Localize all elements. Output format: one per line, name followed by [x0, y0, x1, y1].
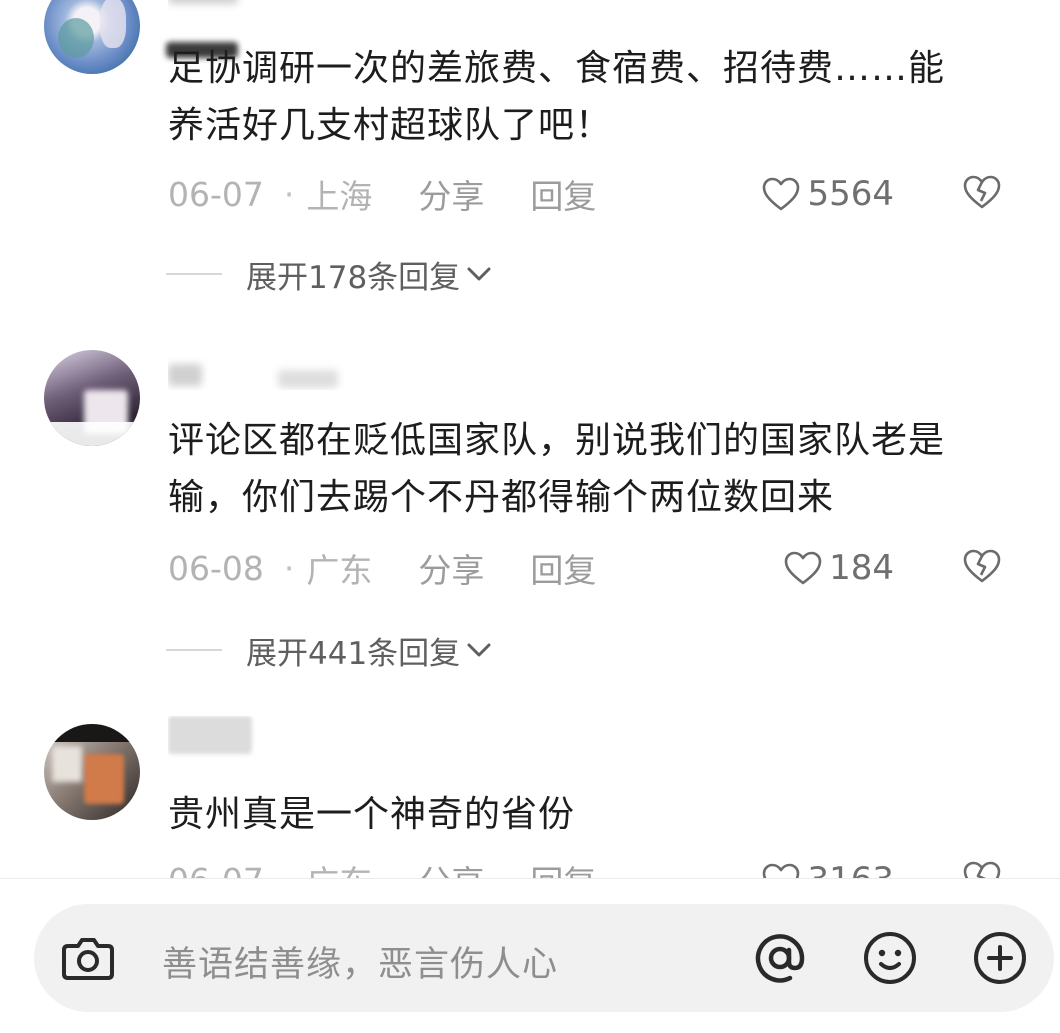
broken-heart-icon: [963, 861, 1001, 878]
expand-replies-label: 展开441条回复: [246, 635, 461, 672]
comment-location: 广东: [306, 551, 373, 590]
at-mention-icon: [755, 934, 805, 983]
emoji-icon: [864, 932, 916, 984]
emoji-button[interactable]: [860, 928, 920, 988]
reply-button[interactable]: 回复: [530, 856, 596, 878]
comment-meta: 06-08 · 广东 分享 回复 184: [168, 546, 1038, 590]
avatar[interactable]: [44, 0, 140, 74]
comment-text-line: 足协调研一次的差旅费、食宿费、招待费……能: [168, 48, 946, 89]
comment-text: 贵州真是一个神奇的省份: [168, 786, 1028, 843]
meta-separator: ·: [283, 174, 295, 214]
share-button[interactable]: 分享: [418, 544, 484, 592]
heart-outline-icon: [763, 863, 800, 878]
comment-text-line: 输，你们去踢个不丹都得输个两位数回来: [168, 477, 835, 518]
meta-separator: ·: [284, 861, 295, 879]
comment-text-line: 养活好几支村超球队了吧！: [168, 105, 613, 146]
broken-heart-icon: [963, 175, 1001, 209]
avatar[interactable]: [44, 350, 140, 446]
share-button[interactable]: 分享: [418, 856, 484, 878]
comment-meta: 06-07 · 广东 分享 回复 3163: [168, 858, 1038, 878]
like-button[interactable]: 3163: [761, 860, 894, 878]
expand-replies-button[interactable]: 展开178条回复: [166, 254, 492, 296]
expand-rule: [166, 273, 222, 275]
expand-replies-label: 展开178条回复: [246, 259, 461, 296]
like-count: 5564: [807, 174, 894, 214]
expand-rule: [166, 649, 222, 651]
expand-replies-button[interactable]: 展开441条回复: [166, 630, 492, 672]
like-count: 184: [829, 548, 894, 588]
comment-text-line: 贵州真是一个神奇的省份: [168, 794, 576, 835]
input-divider: [0, 878, 1060, 879]
like-count: 3163: [807, 860, 894, 878]
chevron-down-icon: [467, 643, 491, 657]
plus-circle-icon: [974, 932, 1026, 984]
mention-button[interactable]: [750, 928, 810, 988]
camera-button[interactable]: [58, 928, 118, 988]
comment-location: 上海: [306, 177, 373, 216]
reply-button[interactable]: 回复: [530, 170, 596, 218]
comment-date: 06-08: [168, 548, 264, 588]
comment-meta: 06-07 · 上海 分享 回复 5564: [168, 172, 1038, 216]
camera-icon: [62, 938, 114, 980]
username-redacted[interactable]: [168, 356, 348, 390]
chevron-down-icon: [467, 267, 491, 281]
username-redacted[interactable]: [168, 716, 268, 760]
dislike-button[interactable]: [962, 548, 1002, 592]
username-redacted[interactable]: [168, 0, 288, 20]
avatar[interactable]: [44, 724, 140, 820]
heart-outline-icon: [784, 551, 822, 585]
like-button[interactable]: 184: [783, 548, 894, 588]
comment-date: 06-07: [168, 861, 264, 879]
like-button[interactable]: 5564: [761, 174, 894, 214]
comment-text-line: 评论区都在贬低国家队，别说我们的国家队老是: [168, 420, 946, 461]
broken-heart-icon: [963, 549, 1001, 583]
meta-separator: ·: [283, 548, 295, 588]
heart-outline-icon: [763, 177, 800, 211]
comment-text: 评论区都在贬低国家队，别说我们的国家队老是 输，你们去踢个不丹都得输个两位数回来: [168, 412, 1028, 526]
comment-date: 06-07: [168, 174, 264, 214]
comment-input[interactable]: 善语结善缘，恶言伤人心: [162, 936, 558, 987]
share-button[interactable]: 分享: [418, 170, 484, 218]
add-button[interactable]: [970, 928, 1030, 988]
comment-input-bar: 善语结善缘，恶言伤人心: [34, 904, 1054, 1012]
comment-text: 足协调研一次的差旅费、食宿费、招待费……能 养活好几支村超球队了吧！: [168, 40, 1028, 154]
reply-button[interactable]: 回复: [530, 544, 596, 592]
dislike-button[interactable]: [962, 860, 1002, 878]
dislike-button[interactable]: [962, 174, 1002, 218]
comment-feed: 足协调研一次的差旅费、食宿费、招待费……能 养活好几支村超球队了吧！ 06-07…: [0, 0, 1060, 878]
comment-location: 广东: [306, 856, 372, 878]
